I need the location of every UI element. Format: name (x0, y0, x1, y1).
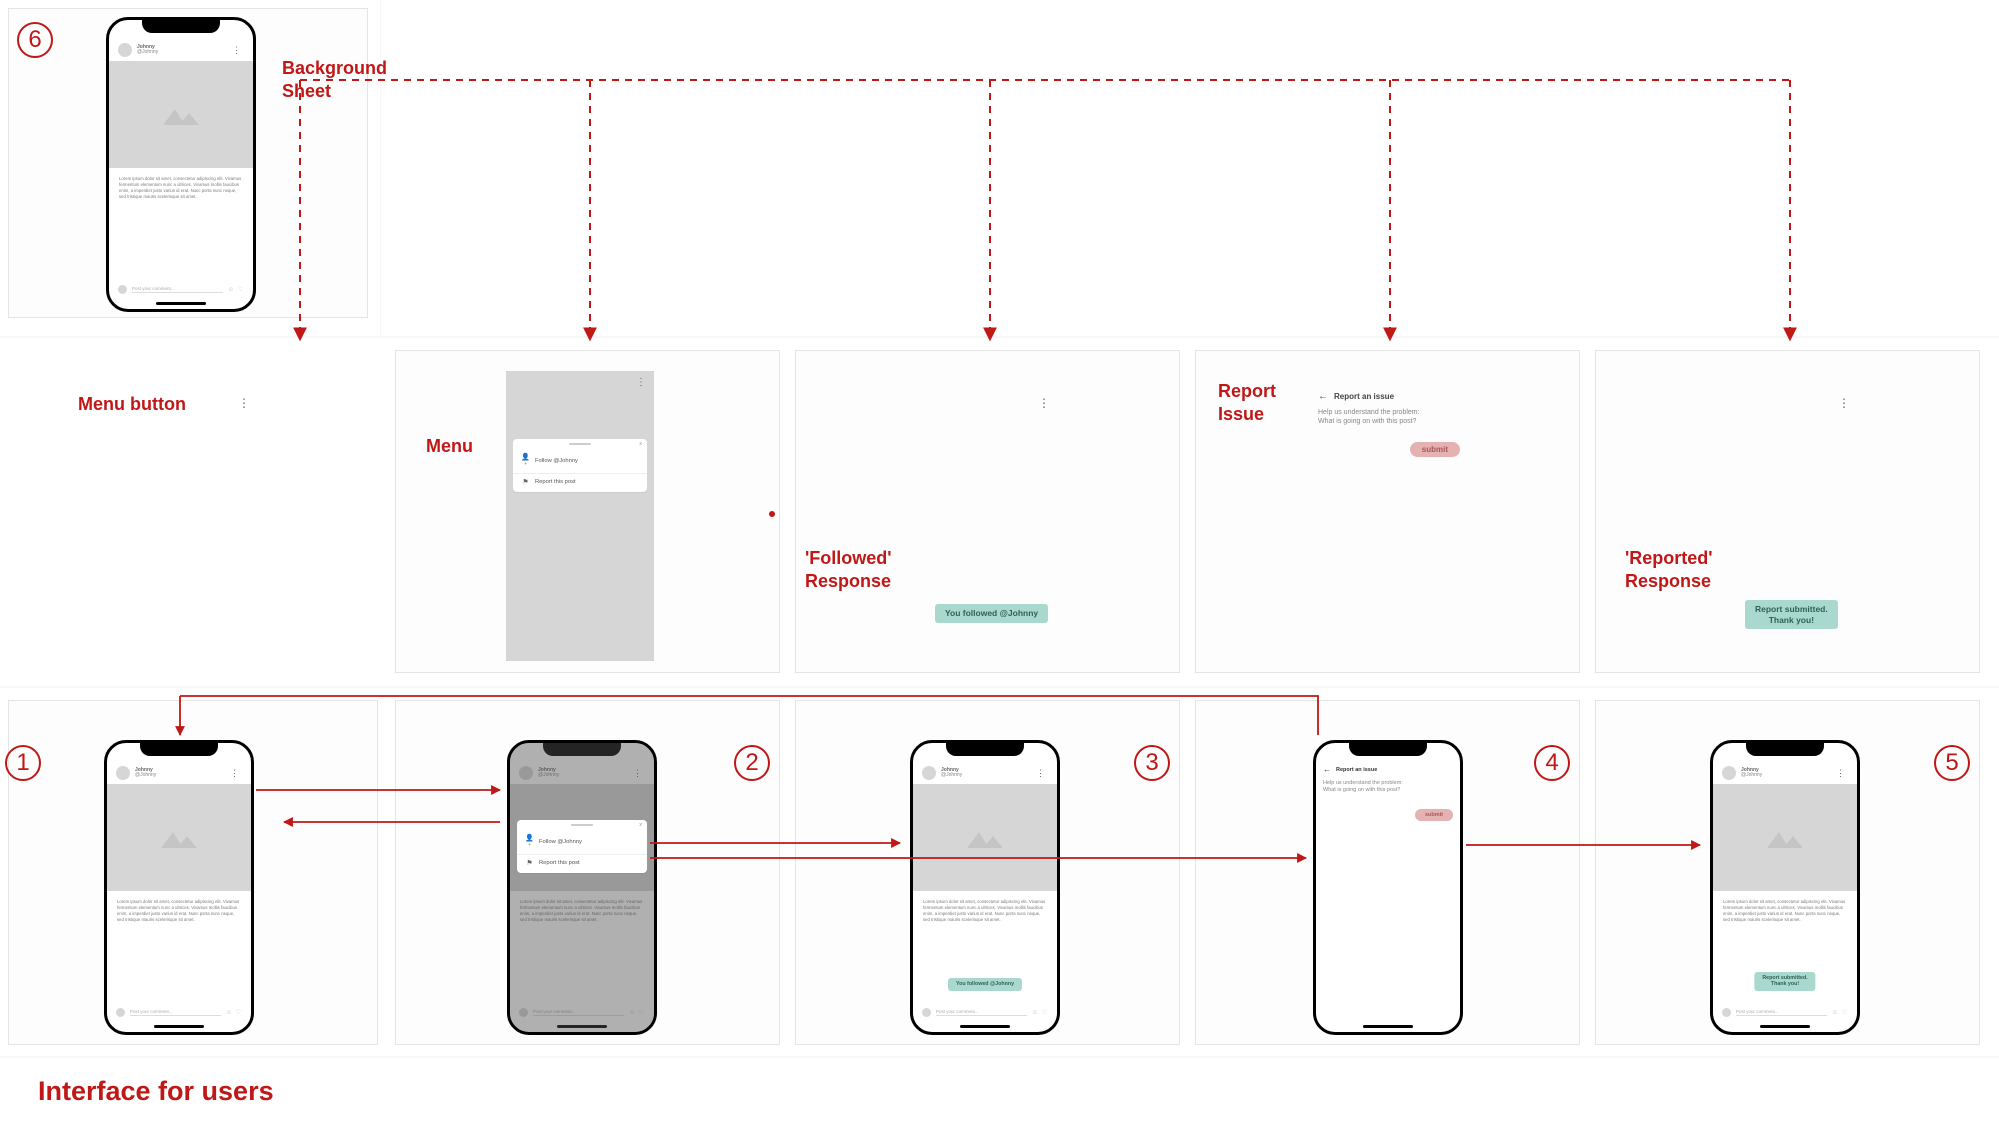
menu-report[interactable]: ⚑Report this post (517, 854, 647, 871)
toast-followed: You followed @Johnny (948, 978, 1022, 991)
label-report-issue: Report Issue (1218, 380, 1276, 425)
report-issue-panel: ← Report an issue Help us understand the… (1318, 391, 1460, 457)
phone-6: Johnny@Johnny ⋮ Lorem ipsum dolor sit am… (106, 17, 256, 312)
step-5: 5 (1934, 745, 1970, 781)
step-4: 4 (1534, 745, 1570, 781)
step-2: 2 (734, 745, 770, 781)
toast-followed: You followed @Johnny (935, 604, 1048, 623)
comment-input[interactable]: Post your comment... (132, 286, 223, 293)
toast-reported: Report submitted. Thank you! (1754, 972, 1815, 991)
comment-input[interactable]: Post your comment... (130, 1009, 221, 1016)
avatar[interactable] (116, 766, 130, 780)
phone-1: Johnny@Johnny⋮ Lorem ipsum dolor sit ame… (104, 740, 254, 1035)
phone-4: ←Report an issue Help us understand the … (1313, 740, 1463, 1035)
user-plus-icon: 👤⁺ (521, 453, 530, 469)
drag-handle-icon[interactable] (571, 824, 593, 826)
more-icon[interactable]: ⋮ (1838, 397, 1850, 409)
menu-report[interactable]: ⚑ Report this post (513, 473, 647, 490)
tile-r1-c3 (795, 350, 1180, 673)
post-image-placeholder (107, 784, 251, 891)
more-icon[interactable]: ⋮ (232, 45, 241, 56)
phone-2: Johnny@Johnny⋮ Lorem ipsum dolor sit ame… (507, 740, 657, 1035)
close-icon[interactable]: x (639, 441, 642, 447)
close-icon[interactable]: x (639, 822, 642, 828)
flag-icon: ⚑ (521, 478, 530, 486)
comment-bar: Post your comment... ☺ ♡ (118, 285, 244, 294)
label-menu: Menu (426, 435, 473, 458)
mountains-icon (161, 103, 201, 127)
menu-follow[interactable]: 👤⁺Follow @Johnny (517, 830, 647, 854)
report-title-row: ← Report an issue (1318, 391, 1460, 402)
more-icon[interactable]: ⋮ (238, 397, 250, 409)
flag-icon: ⚑ (525, 859, 534, 867)
more-icon[interactable]: ⋮ (1036, 768, 1045, 779)
more-icon[interactable]: ⋮ (1038, 397, 1050, 409)
context-menu: x 👤⁺Follow @Johnny ⚑Report this post (517, 820, 647, 873)
menu-sheet-preview: ⋮ x 👤⁺ Follow @Johnny ⚑ Report this post (506, 371, 654, 661)
submit-button[interactable]: submit (1415, 809, 1453, 821)
post-body: Lorem ipsum dolor sit amet, consectetur … (109, 168, 253, 208)
more-icon[interactable]: ⋮ (1836, 768, 1845, 779)
more-icon[interactable]: ⋮ (633, 768, 642, 779)
user-plus-icon: 👤⁺ (525, 834, 534, 850)
mountains-icon (159, 826, 199, 850)
label-background-sheet: Background Sheet (282, 57, 387, 102)
report-description: Help us understand the problem: What is … (1318, 408, 1460, 426)
menu-follow[interactable]: 👤⁺ Follow @Johnny (513, 449, 647, 473)
label-interface-for-users: Interface for users (38, 1075, 274, 1109)
more-icon[interactable]: ⋮ (230, 768, 239, 779)
post-header: Johnny@Johnny ⋮ (109, 40, 253, 61)
back-icon[interactable]: ← (1318, 391, 1328, 402)
step-1: 1 (5, 745, 41, 781)
label-menu-button: Menu button (78, 393, 186, 416)
post-author: Johnny@Johnny (137, 45, 158, 56)
reaction-icons[interactable]: ☺ ♡ (226, 1009, 242, 1016)
label-reported-response: 'Reported' Response (1625, 547, 1713, 592)
drag-handle-icon[interactable] (569, 443, 591, 445)
step-3: 3 (1134, 745, 1170, 781)
back-icon[interactable]: ← (1323, 765, 1331, 774)
phone-3: Johnny@Johnny⋮ Lorem ipsum dolor sit ame… (910, 740, 1060, 1035)
report-issue-panel: ←Report an issue Help us understand the … (1323, 765, 1453, 821)
menu-item-label: Follow @Johnny (535, 458, 578, 464)
more-icon[interactable]: ⋮ (636, 377, 646, 388)
report-title: Report an issue (1334, 392, 1394, 401)
context-menu: x 👤⁺ Follow @Johnny ⚑ Report this post (513, 439, 647, 492)
toast-reported: Report submitted. Thank you! (1745, 600, 1838, 629)
post-image-placeholder (109, 61, 253, 168)
step-6: 6 (17, 22, 53, 58)
phone-5: Johnny@Johnny⋮ Lorem ipsum dolor sit ame… (1710, 740, 1860, 1035)
post-body: Lorem ipsum dolor sit amet, consectetur … (107, 891, 251, 931)
home-bar (156, 302, 206, 305)
menu-item-label: Report this post (535, 479, 576, 485)
avatar[interactable] (118, 43, 132, 57)
submit-button[interactable]: submit (1410, 442, 1460, 457)
avatar-small (118, 285, 127, 294)
reaction-icons[interactable]: ☺ ♡ (228, 286, 244, 293)
label-followed-response: 'Followed' Response (805, 547, 892, 592)
